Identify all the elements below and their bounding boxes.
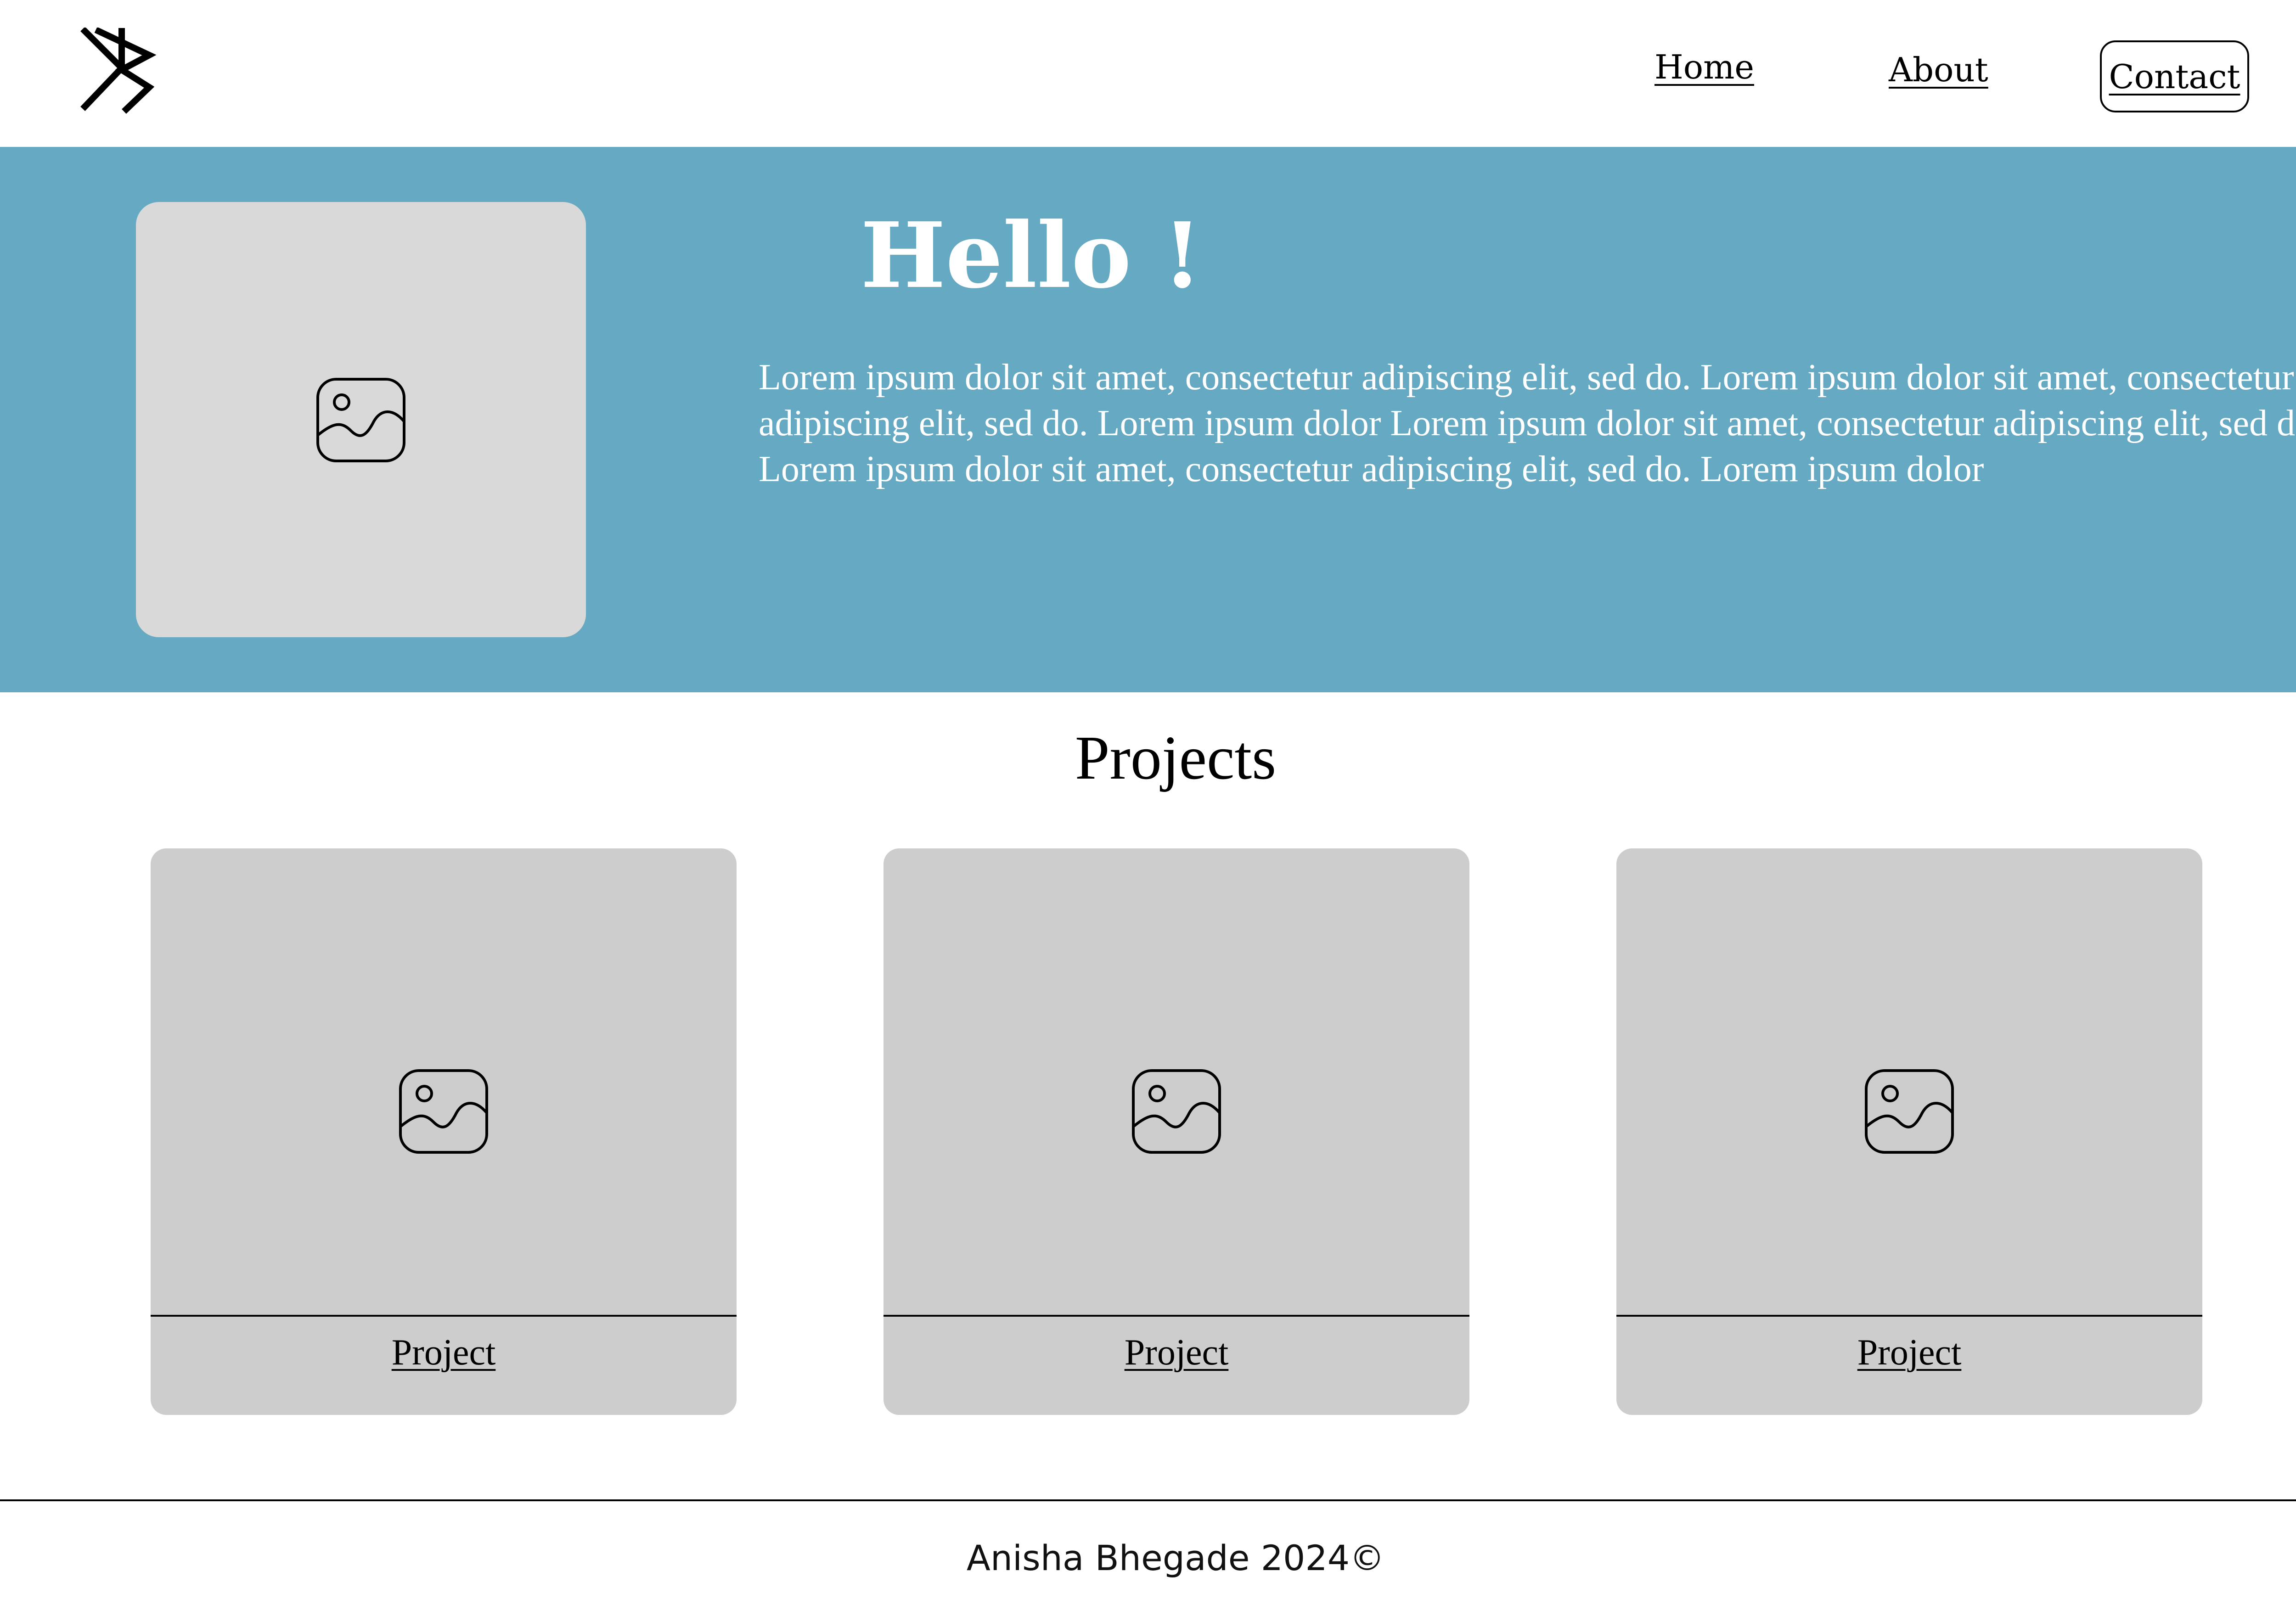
project-card[interactable]: Project bbox=[1616, 848, 2202, 1415]
card-divider bbox=[151, 1315, 737, 1317]
card-divider bbox=[884, 1315, 1469, 1317]
projects-title: Projects bbox=[1075, 724, 1277, 792]
project-link[interactable]: Project bbox=[151, 1330, 737, 1375]
image-placeholder-icon bbox=[1131, 1068, 1222, 1155]
nav-home-link[interactable]: Home bbox=[1654, 50, 1754, 84]
footer-copyright: Anisha Bhegade 2024© bbox=[966, 1537, 1385, 1578]
nav-contact-button[interactable]: Contact bbox=[2100, 40, 2249, 112]
project-card[interactable]: Project bbox=[151, 848, 737, 1415]
project-link[interactable]: Project bbox=[884, 1330, 1469, 1375]
hero-section: Hello ! Lorem ipsum dolor sit amet, cons… bbox=[0, 147, 2296, 692]
brand-logo-icon[interactable] bbox=[78, 27, 174, 124]
image-placeholder-icon bbox=[315, 376, 407, 464]
nav-contact-label: Contact bbox=[2109, 57, 2240, 96]
image-placeholder-icon bbox=[398, 1068, 490, 1155]
site-header: Home About Contact bbox=[0, 0, 2296, 147]
hero-image-placeholder bbox=[136, 202, 586, 637]
footer-divider bbox=[0, 1499, 2296, 1501]
nav-about-link[interactable]: About bbox=[1889, 53, 1988, 86]
image-placeholder-icon bbox=[1863, 1068, 1955, 1155]
project-link[interactable]: Project bbox=[1616, 1330, 2202, 1375]
hero-text: Lorem ipsum dolor sit amet, consectetur … bbox=[759, 357, 2296, 489]
hero-title: Hello ! bbox=[861, 203, 1202, 309]
card-divider bbox=[1616, 1315, 2202, 1317]
project-card[interactable]: Project bbox=[884, 848, 1469, 1415]
